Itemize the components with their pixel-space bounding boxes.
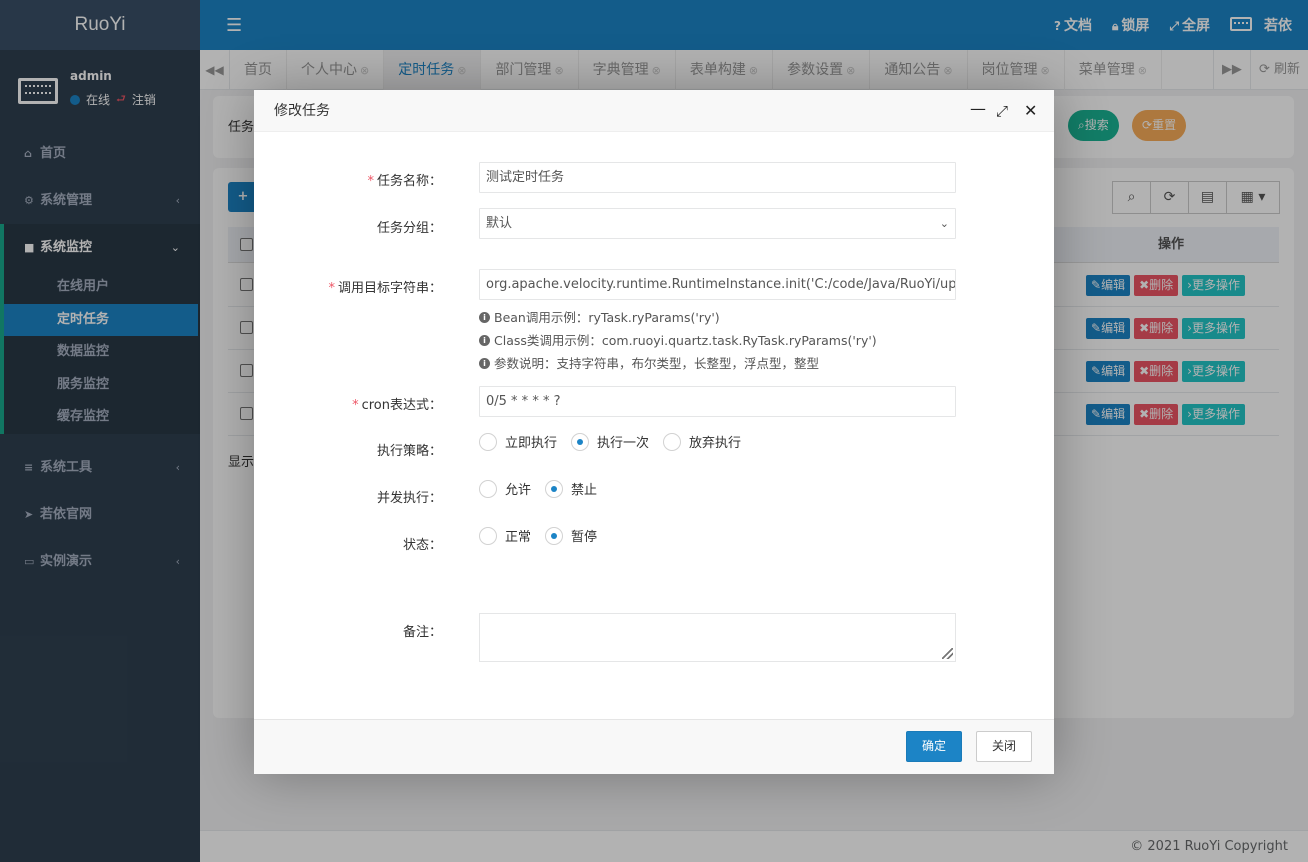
cron-input[interactable]: 0/5 * * * * ? xyxy=(479,386,956,417)
info-icon: i xyxy=(479,335,490,346)
misfire-policy-label: 执行策略： xyxy=(376,444,442,459)
concurrent-radio-option[interactable]: 允许 xyxy=(479,479,531,498)
required-mark: * xyxy=(352,398,359,413)
job-group-value: 默认 xyxy=(486,216,513,231)
resize-grip-icon[interactable] xyxy=(942,648,953,659)
misfire-radio-option[interactable]: 执行一次 xyxy=(571,432,649,451)
dialog-body: * 任务名称： 测试定时任务 任务分组： 默认 ⌄ * 调用目标字符串： org.ap… xyxy=(254,132,1054,719)
job-group-select[interactable]: 默认 ⌄ xyxy=(479,208,956,239)
radio-circle-icon[interactable] xyxy=(545,526,564,545)
status-label: 状态： xyxy=(402,538,442,553)
radio-label: 执行一次 xyxy=(597,436,650,451)
radio-label: 禁止 xyxy=(571,483,598,498)
required-mark: * xyxy=(367,174,374,189)
misfire-radio-option[interactable]: 立即执行 xyxy=(479,432,557,451)
radio-label: 正常 xyxy=(505,530,532,545)
invoke-target-label: * 调用目标字符串： xyxy=(328,277,442,296)
confirm-button[interactable]: 确定 xyxy=(906,731,962,762)
required-mark: * xyxy=(328,281,335,296)
dialog-header: 修改任务 — ⤢ ✕ xyxy=(254,90,1054,132)
remark-textarea[interactable] xyxy=(479,613,956,662)
help-text: Bean调用示例：ryTask.ryParams('ry') xyxy=(494,310,720,325)
chevron-down-icon: ⌄ xyxy=(939,217,949,230)
misfire-radio-option[interactable]: 放弃执行 xyxy=(663,432,741,451)
job-name-label-text: 任务名称： xyxy=(376,174,442,189)
invoke-target-input[interactable]: org.apache.velocity.runtime.RuntimeInsta… xyxy=(479,269,956,300)
dialog-footer: 确定 关闭 xyxy=(254,719,1054,774)
info-icon: i xyxy=(479,358,490,369)
minimize-icon[interactable]: — xyxy=(970,100,986,118)
status-radio-option[interactable]: 正常 xyxy=(479,526,531,545)
job-name-label: * 任务名称： xyxy=(367,170,442,189)
status-radio-option[interactable]: 暂停 xyxy=(545,526,597,545)
close-button[interactable]: 关闭 xyxy=(976,731,1032,762)
remark-label: 备注： xyxy=(402,625,442,640)
help-class-example: i Class类调用示例：com.ruoyi.quartz.task.RyTask… xyxy=(479,330,877,349)
help-text: Class类调用示例：com.ruoyi.quartz.task.RyTask.… xyxy=(494,333,877,348)
radio-circle-icon[interactable] xyxy=(479,432,497,451)
concurrent-label: 并发执行： xyxy=(376,491,442,506)
help-bean-example: i Bean调用示例：ryTask.ryParams('ry') xyxy=(479,307,720,326)
maximize-icon[interactable]: ⤢ xyxy=(996,102,1008,120)
radio-circle-icon[interactable] xyxy=(479,526,497,545)
info-icon: i xyxy=(479,312,490,323)
concurrent-radio-option[interactable]: 禁止 xyxy=(545,479,597,498)
cron-label-text: cron表达式： xyxy=(361,398,442,413)
close-icon[interactable]: ✕ xyxy=(1024,102,1037,120)
invoke-target-label-text: 调用目标字符串： xyxy=(337,281,442,296)
help-param-note: i 参数说明：支持字符串，布尔类型，长整型，浮点型，整型 xyxy=(479,353,819,372)
edit-job-dialog: 修改任务 — ⤢ ✕ * 任务名称： 测试定时任务 任务分组： 默认 ⌄ * 调用目标… xyxy=(254,90,1054,774)
cron-label: * cron表达式： xyxy=(352,394,442,413)
dialog-title: 修改任务 xyxy=(274,103,330,119)
radio-label: 立即执行 xyxy=(505,436,558,451)
job-name-input[interactable]: 测试定时任务 xyxy=(479,162,956,193)
misfire-policy-radios: 立即执行 执行一次 放弃执行 xyxy=(479,432,755,451)
radio-label: 允许 xyxy=(505,483,532,498)
radio-circle-icon[interactable] xyxy=(545,479,564,498)
radio-label: 暂停 xyxy=(571,530,598,545)
radio-label: 放弃执行 xyxy=(689,436,742,451)
radio-circle-icon[interactable] xyxy=(479,479,497,498)
status-radios: 正常 暂停 xyxy=(479,526,611,545)
job-group-label: 任务分组： xyxy=(376,221,442,236)
radio-circle-icon[interactable] xyxy=(663,432,682,451)
concurrent-radios: 允许 禁止 xyxy=(479,479,611,498)
help-text: 参数说明：支持字符串，布尔类型，长整型，浮点型，整型 xyxy=(494,356,820,371)
radio-circle-icon[interactable] xyxy=(571,432,590,451)
